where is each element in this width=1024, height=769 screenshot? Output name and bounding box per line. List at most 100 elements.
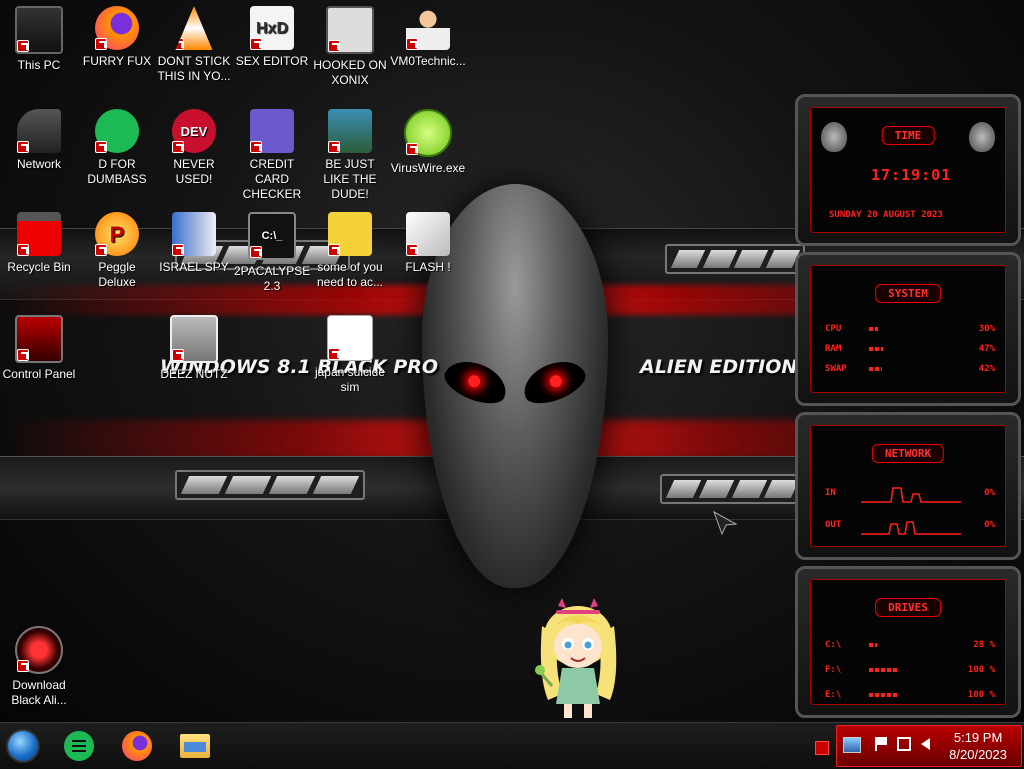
desktop-icon-label: Peggle Deluxe (98, 260, 136, 289)
drives-row-value: 28 % (973, 640, 995, 650)
system-row-bar (869, 367, 882, 371)
shortcut-arrow-icon (175, 38, 184, 50)
time-gadget-title: TIME (881, 126, 935, 145)
control-panel-icon (15, 315, 63, 363)
desktop-icon[interactable]: DEV NEVER USED! (156, 109, 232, 187)
drives-row-value: 100 % (967, 665, 995, 675)
desktop-icon-label: DEEZ NUTZ (160, 367, 228, 381)
flash-document-icon (406, 212, 450, 256)
firefox-icon (95, 6, 139, 50)
shortcut-arrow-icon (328, 244, 340, 256)
drives-row-bar (869, 693, 899, 697)
taskbar-green-chat-app[interactable] (62, 729, 96, 763)
desktop-icon-label: BE JUST LIKE THE DUDE! (323, 157, 377, 201)
alien-head-icon (821, 122, 847, 152)
taskbar-file-explorer[interactable] (178, 729, 212, 763)
desktop-icon-label: NEVER USED! (173, 157, 215, 186)
desktop-icon[interactable]: japan suicide sim (312, 315, 388, 395)
action-center-flag-icon[interactable] (875, 737, 889, 751)
desktop-icon-label: japan suicide sim (314, 365, 386, 394)
system-row-label: SWAP (825, 364, 847, 374)
alien-download-icon (15, 626, 63, 674)
desktop-icon[interactable]: D FOR DUMBASS (79, 109, 155, 187)
taskbar-clock[interactable]: 5:19 PM 8/20/2023 (949, 729, 1007, 763)
desktop-icon[interactable]: Control Panel (1, 315, 77, 382)
volume-icon[interactable] (921, 738, 930, 750)
network-status-icon[interactable] (897, 737, 911, 751)
shortcut-arrow-icon (406, 38, 418, 50)
desktop-icon[interactable]: Recycle Bin (1, 212, 77, 275)
desktop-icon[interactable]: P Peggle Deluxe (79, 212, 155, 290)
shortcut-arrow-icon (172, 244, 184, 256)
desktop-icon[interactable]: FLASH ! (390, 212, 466, 275)
desktop-icon[interactable]: DEEZ NUTZ (156, 315, 232, 382)
desktop-icon[interactable]: CREDIT CARD CHECKER (234, 109, 310, 202)
network-out-graph (861, 521, 961, 535)
drives-row-bar (869, 643, 877, 647)
network-gadget[interactable]: NETWORK IN 0% OUT 0% (795, 412, 1021, 560)
green-chat-icon (95, 109, 139, 153)
alien-head-icon (969, 122, 995, 152)
network-adapter-icon[interactable] (843, 737, 861, 753)
desktop-icon-label: 2PACALYPSE 2.3 (234, 264, 311, 293)
taskbar-firefox[interactable] (120, 729, 154, 763)
shortcut-arrow-icon (250, 141, 262, 153)
mouse-cursor-icon (713, 510, 738, 536)
firefox-icon (122, 731, 152, 761)
desktop-icon[interactable]: some of you need to ac... (312, 212, 388, 290)
elf-character-icon (328, 109, 372, 153)
beaver-icon (328, 212, 372, 256)
shortcut-arrow-icon (250, 246, 262, 258)
desktop-icon[interactable]: This PC (1, 6, 77, 73)
alien-left-eye (439, 353, 513, 411)
drives-row-value: 100 % (967, 690, 995, 700)
shortcut-arrow-icon (172, 349, 184, 361)
system-row-label: CPU (825, 324, 842, 334)
desktop-icon[interactable]: Network (1, 109, 77, 172)
desktop-icon[interactable]: HxD SEX EDITOR (234, 6, 310, 69)
start-orb-icon (6, 729, 40, 763)
desktop-icon-label: Download Black Ali... (11, 678, 67, 707)
desktop-icon[interactable]: BE JUST LIKE THE DUDE! (312, 109, 388, 202)
desktop-icon[interactable]: Download Black Ali... (1, 626, 77, 708)
time-gadget-date: SUNDAY 20 AUGUST 2023 (829, 210, 943, 220)
desktop-icon-label: ISRAEL SPY (159, 260, 229, 274)
shortcut-arrow-icon (406, 244, 418, 256)
desktop-icon-label: Control Panel (2, 367, 76, 381)
drives-gadget-title: DRIVES (875, 598, 941, 617)
network-icon (17, 109, 61, 153)
shortcut-arrow-icon (172, 141, 184, 153)
start-button[interactable] (6, 729, 40, 763)
desktop-icon[interactable]: ISRAEL SPY (156, 212, 232, 275)
desktop-icon[interactable]: DONT STICK THIS IN YO... (156, 6, 232, 84)
desktop-icon[interactable]: HOOKED ON XONIX (312, 6, 388, 88)
system-row-value: 30% (978, 324, 995, 334)
shortcut-arrow-icon (17, 660, 29, 672)
system-gadget-title: SYSTEM (875, 284, 941, 303)
drives-row-label: E:\ (825, 690, 842, 700)
network-row-label: IN (825, 488, 836, 498)
xonix-game-icon (326, 6, 374, 54)
shortcut-arrow-icon (17, 244, 29, 256)
system-row-value: 42% (978, 364, 995, 374)
taskbar-clock-date: 8/20/2023 (949, 747, 1007, 762)
network-spy-icon (172, 212, 216, 256)
system-gadget[interactable]: SYSTEM CPU 30% RAM 47% SWAP 42% (795, 252, 1021, 406)
stacked-windows-icon (170, 315, 218, 363)
system-row-value: 47% (978, 344, 995, 354)
network-row-label: OUT (825, 520, 842, 530)
cartoon-character-sticker[interactable] (528, 596, 628, 722)
dev-cpp-icon: DEV (172, 109, 216, 153)
time-gadget[interactable]: TIME 17:19:01 SUNDAY 20 AUGUST 2023 (795, 94, 1021, 246)
shortcut-arrow-icon (17, 349, 29, 361)
desktop-icon[interactable]: VirusWire.exe (390, 109, 466, 176)
red-status-icon[interactable] (815, 741, 829, 755)
desktop-icon[interactable]: VM0Technic... (390, 6, 466, 69)
desktop-icon[interactable]: C:\_ 2PACALYPSE 2.3 (234, 212, 310, 294)
desktop-icon[interactable]: FURRY FUX (79, 6, 155, 69)
lime-icon (404, 109, 452, 157)
technician-person-icon (406, 6, 450, 50)
network-in-graph (861, 487, 961, 503)
system-tray: 5:19 PM 8/20/2023 (836, 725, 1022, 767)
drives-gadget[interactable]: DRIVES C:\ 28 % F:\ 100 % E:\ 100 % (795, 566, 1021, 718)
